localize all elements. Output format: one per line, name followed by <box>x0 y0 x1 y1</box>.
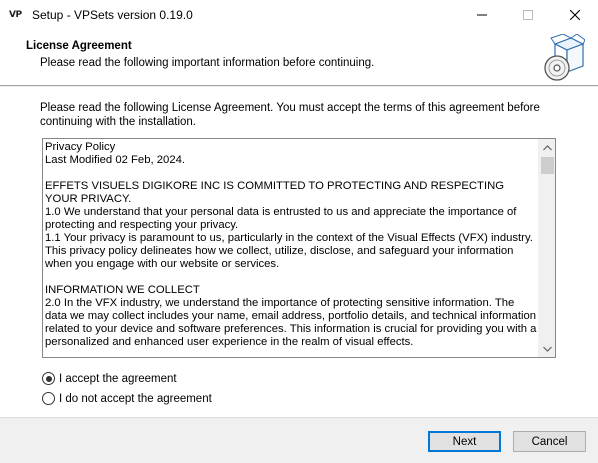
minimize-icon <box>477 14 487 16</box>
chevron-down-icon <box>543 346 552 352</box>
wizard-content: Please read the following License Agreem… <box>0 87 598 417</box>
cancel-button[interactable]: Cancel <box>513 431 586 452</box>
decline-label[interactable]: I do not accept the agreement <box>59 393 212 405</box>
app-icon: VP <box>9 10 22 20</box>
scroll-thumb[interactable] <box>541 157 554 174</box>
close-icon <box>570 10 580 20</box>
accept-label[interactable]: I accept the agreement <box>59 373 177 385</box>
intro-text: Please read the following License Agreem… <box>40 102 540 128</box>
accept-option[interactable]: I accept the agreement <box>42 372 177 385</box>
decline-radio[interactable] <box>42 392 55 405</box>
maximize-icon <box>523 10 533 20</box>
decline-option[interactable]: I do not accept the agreement <box>42 392 212 405</box>
license-textbox[interactable]: Privacy Policy Last Modified 02 Feb, 202… <box>42 138 556 358</box>
setup-box-icon <box>544 34 585 81</box>
maximize-button <box>505 0 551 30</box>
page-subtitle: Please read the following important info… <box>40 57 375 69</box>
title-bar: VP Setup - VPSets version 0.19.0 <box>0 0 598 30</box>
accept-radio[interactable] <box>42 372 55 385</box>
scroll-down-button[interactable] <box>539 340 555 357</box>
next-button[interactable]: Next <box>428 431 501 452</box>
chevron-up-icon <box>543 144 552 150</box>
close-button[interactable] <box>552 0 598 30</box>
window-title: Setup - VPSets version 0.19.0 <box>32 8 193 22</box>
vertical-scrollbar[interactable] <box>538 139 555 357</box>
license-text: Privacy Policy Last Modified 02 Feb, 202… <box>45 141 537 348</box>
page-title: License Agreement <box>26 40 132 52</box>
wizard-header: License Agreement Please read the follow… <box>0 30 598 86</box>
button-bar: Next Cancel <box>0 417 598 463</box>
minimize-button[interactable] <box>459 0 505 30</box>
scroll-up-button[interactable] <box>539 139 555 156</box>
